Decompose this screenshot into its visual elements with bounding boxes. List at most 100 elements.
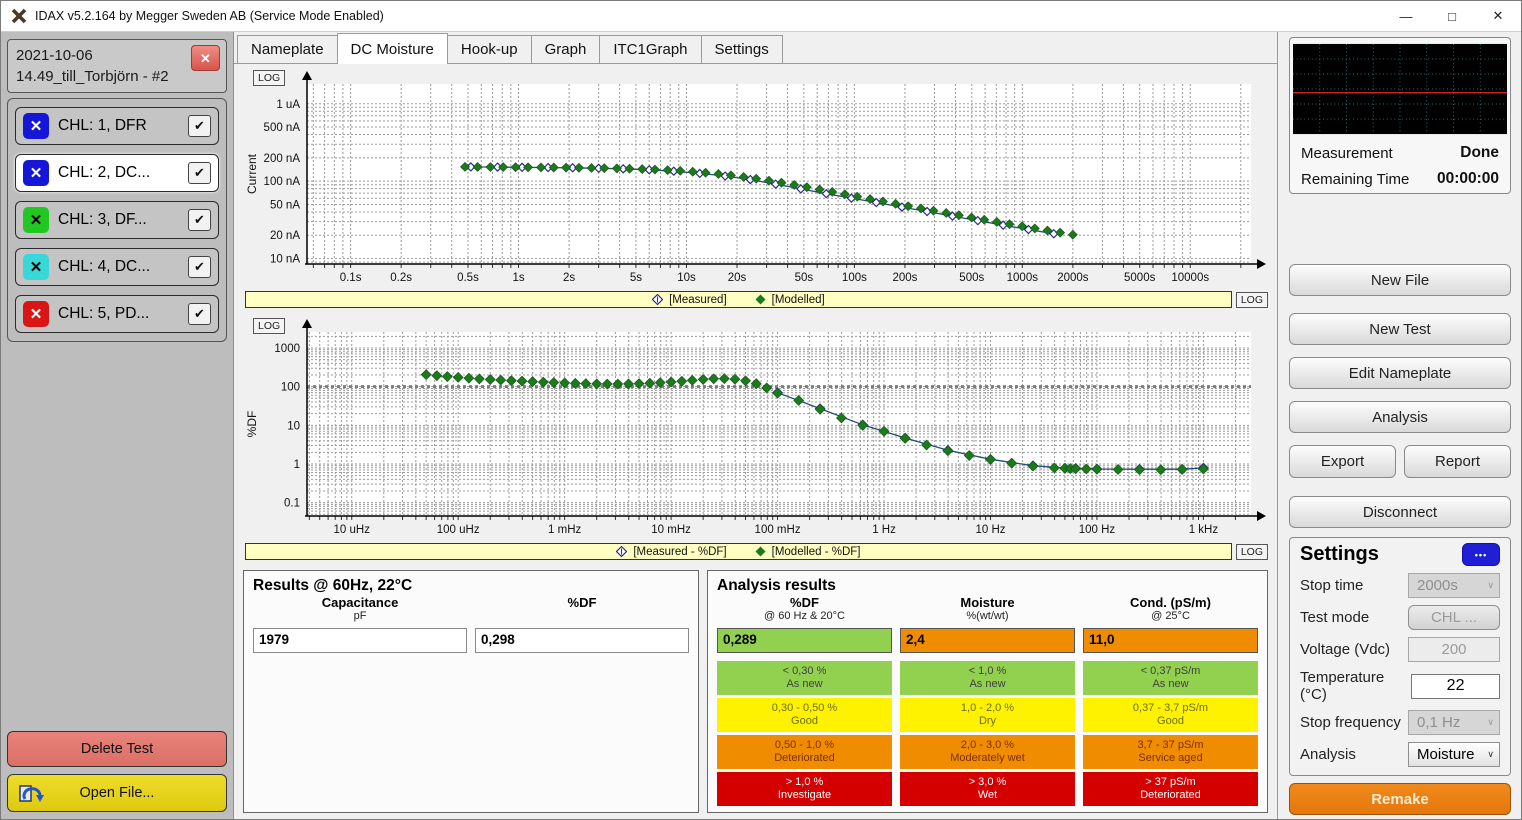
analysis-value: 11,0 bbox=[1083, 628, 1258, 653]
tab[interactable]: DC Moisture bbox=[337, 33, 448, 64]
channel-x-icon: ✕ bbox=[23, 301, 49, 327]
capacitance-header: Capacitance bbox=[253, 595, 467, 610]
channel-row[interactable]: ✕ CHL: 1, DFR ✔ bbox=[15, 107, 219, 145]
modelled-marker-icon bbox=[755, 294, 766, 305]
tab[interactable]: Nameplate bbox=[237, 35, 338, 63]
close-test-button[interactable]: ✕ bbox=[191, 45, 220, 71]
channel-x-icon: ✕ bbox=[23, 113, 49, 139]
capacitance-value: 1979 bbox=[253, 628, 467, 653]
open-file-label: Open File... bbox=[80, 785, 155, 801]
tab[interactable]: Settings bbox=[701, 35, 783, 63]
df-frequency-chart-block: LOG 10 uHz100 uHz1 mHz10 mHz100 mHz1 Hz1… bbox=[243, 318, 1268, 560]
maximize-button[interactable]: □ bbox=[1429, 1, 1475, 31]
svg-text:1 Hz: 1 Hz bbox=[872, 524, 896, 536]
chevron-down-icon: ∨ bbox=[1487, 717, 1494, 728]
svg-text:200s: 200s bbox=[892, 272, 917, 284]
measurement-status: Done bbox=[1460, 144, 1499, 162]
channel-row[interactable]: ✕ CHL: 5, PD... ✔ bbox=[15, 295, 219, 333]
svg-text:10000s: 10000s bbox=[1171, 272, 1209, 284]
classification-table: < 0,30 %As new < 1,0 %As new < 0,37 pS/m… bbox=[717, 661, 1258, 806]
tab[interactable]: Graph bbox=[531, 35, 601, 63]
svg-text:100 nA: 100 nA bbox=[264, 176, 301, 188]
df-value: 0,298 bbox=[475, 628, 689, 653]
analysis-mode-select[interactable]: Moisture∨ bbox=[1408, 742, 1500, 767]
legend-measured-df-label: [Measured - %DF] bbox=[633, 546, 726, 558]
channel-x-icon: ✕ bbox=[23, 207, 49, 233]
channel-row[interactable]: ✕ CHL: 4, DC... ✔ bbox=[15, 248, 219, 286]
minimize-button[interactable]: — bbox=[1383, 1, 1429, 31]
measurement-status-panel: Measurement Done Remaining Time 00:00:00 bbox=[1289, 37, 1511, 194]
df-header: %DF bbox=[475, 595, 689, 610]
open-file-button[interactable]: Open File... bbox=[7, 774, 227, 812]
tab[interactable]: ITC1Graph bbox=[599, 35, 701, 63]
new-file-button[interactable]: New File bbox=[1289, 264, 1511, 296]
log-scale-toggle[interactable]: LOG bbox=[1236, 544, 1268, 560]
svg-text:100s: 100s bbox=[842, 272, 867, 284]
disconnect-button[interactable]: Disconnect bbox=[1289, 496, 1511, 528]
delete-test-button[interactable]: Delete Test bbox=[7, 731, 227, 767]
window-title: IDAX v5.2.164 by Megger Sweden AB (Servi… bbox=[35, 9, 384, 23]
svg-text:500s: 500s bbox=[959, 272, 984, 284]
svg-text:100 Hz: 100 Hz bbox=[1079, 524, 1116, 536]
channel-row[interactable]: ✕ CHL: 2, DC... ✔ bbox=[15, 154, 219, 192]
chevron-down-icon: ∨ bbox=[1487, 580, 1494, 591]
svg-text:5s: 5s bbox=[630, 272, 642, 284]
remake-button[interactable]: Remake bbox=[1289, 783, 1511, 815]
analysis-button[interactable]: Analysis bbox=[1289, 401, 1511, 433]
new-test-button[interactable]: New Test bbox=[1289, 313, 1511, 345]
measured-marker-icon bbox=[616, 546, 627, 557]
temperature-input[interactable]: 22 bbox=[1411, 674, 1500, 699]
log-scale-toggle[interactable]: LOG bbox=[253, 318, 285, 334]
test-file-panel[interactable]: 2021-10-06 14.49_till_Torbjörn - #2 ✕ bbox=[7, 39, 227, 93]
channel-row[interactable]: ✕ CHL: 3, DF... ✔ bbox=[15, 201, 219, 239]
tab[interactable]: Hook-up bbox=[447, 35, 532, 63]
open-file-icon bbox=[18, 782, 44, 808]
settings-more-button[interactable]: ••• bbox=[1462, 543, 1500, 566]
channel-label: CHL: 5, PD... bbox=[49, 305, 188, 323]
channel-label: CHL: 2, DC... bbox=[49, 164, 188, 182]
chevron-down-icon: ∨ bbox=[1487, 749, 1494, 760]
legend-modelled-label: [Modelled] bbox=[772, 294, 825, 306]
svg-text:500 nA: 500 nA bbox=[264, 122, 301, 134]
sidebar-spacer bbox=[7, 342, 227, 731]
svg-text:50 nA: 50 nA bbox=[270, 199, 300, 211]
control-panel: Measurement Done Remaining Time 00:00:00… bbox=[1278, 32, 1521, 819]
svg-text:200 nA: 200 nA bbox=[264, 153, 301, 165]
analysis-panel: Analysis results %DF @ 60 Hz & 20°C Mois… bbox=[707, 570, 1268, 813]
analysis-column-subheader: @ 25°C bbox=[1083, 610, 1258, 624]
svg-text:0.1: 0.1 bbox=[284, 498, 300, 510]
legend-measured-label: [Measured] bbox=[669, 294, 727, 306]
channel-checkbox[interactable]: ✔ bbox=[188, 209, 211, 231]
settings-panel: Settings ••• Stop time 2000s∨ Test mode … bbox=[1289, 537, 1511, 776]
log-scale-toggle[interactable]: LOG bbox=[253, 70, 285, 86]
classification-cell: > 3,0 %Wet bbox=[900, 772, 1075, 806]
channel-checkbox[interactable]: ✔ bbox=[188, 115, 211, 137]
test-file-date: 2021-10-06 bbox=[16, 45, 218, 66]
edit-nameplate-button[interactable]: Edit Nameplate bbox=[1289, 357, 1511, 389]
close-button[interactable]: ✕ bbox=[1475, 1, 1521, 31]
classification-cell: 3,7 - 37 pS/mService aged bbox=[1083, 735, 1258, 769]
svg-text:Current: Current bbox=[245, 153, 259, 194]
analysis-column-header: Moisture bbox=[900, 595, 1075, 610]
svg-text:1: 1 bbox=[294, 459, 300, 471]
main-area: NameplateDC MoistureHook-upGraphITC1Grap… bbox=[234, 32, 1278, 819]
analysis-values: 0,2892,411,0 bbox=[717, 626, 1258, 653]
svg-text:100: 100 bbox=[281, 382, 300, 394]
df-frequency-chart: 10 uHz100 uHz1 mHz10 mHz100 mHz1 Hz10 Hz… bbox=[243, 318, 1267, 542]
channel-label: CHL: 4, DC... bbox=[49, 258, 188, 276]
chart-legend: [Measured] [Modelled] bbox=[245, 291, 1232, 308]
classification-cell: < 0,30 %As new bbox=[717, 661, 892, 695]
export-button[interactable]: Export bbox=[1289, 445, 1396, 478]
app-icon bbox=[11, 8, 27, 24]
classification-row: 0,30 - 0,50 %Good 1,0 - 2,0 %Dry 0,37 - … bbox=[717, 698, 1258, 732]
analysis-column-subheader: @ 60 Hz & 20°C bbox=[717, 610, 892, 624]
report-button[interactable]: Report bbox=[1404, 445, 1511, 478]
log-scale-toggle[interactable]: LOG bbox=[1236, 292, 1268, 308]
classification-row: > 1,0 %Investigate > 3,0 %Wet > 37 pS/mD… bbox=[717, 772, 1258, 806]
channel-checkbox[interactable]: ✔ bbox=[188, 303, 211, 325]
channel-checkbox[interactable]: ✔ bbox=[188, 162, 211, 184]
channel-checkbox[interactable]: ✔ bbox=[188, 256, 211, 278]
analysis-title: Analysis results bbox=[717, 577, 1258, 595]
analysis-column-header: Cond. (pS/m) bbox=[1083, 595, 1258, 610]
classification-cell: 0,30 - 0,50 %Good bbox=[717, 698, 892, 732]
